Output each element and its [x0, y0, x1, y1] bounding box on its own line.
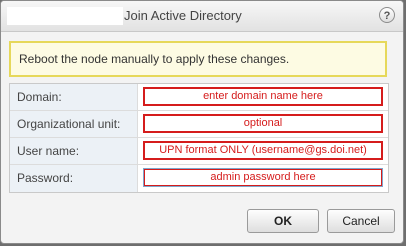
form-row-domain: Domain: enter domain name here [10, 84, 388, 111]
join-active-directory-dialog: Join Active Directory ? Reboot the node … [0, 0, 404, 244]
user-name-label: User name: [17, 144, 80, 158]
domain-label: Domain: [17, 90, 62, 104]
label-cell: Password: [10, 165, 138, 192]
form-row-user-name: User name: UPN format ONLY (username@gs.… [10, 138, 388, 165]
help-icon[interactable]: ? [379, 7, 395, 23]
dialog-titlebar: Join Active Directory ? [1, 1, 403, 32]
info-banner: Reboot the node manually to apply these … [9, 41, 387, 77]
dialog-title: Join Active Directory [124, 8, 242, 23]
label-cell: Domain: [10, 84, 138, 110]
password-label: Password: [17, 171, 74, 185]
label-cell: Organizational unit: [10, 111, 138, 137]
cancel-button[interactable]: Cancel [327, 209, 395, 233]
organizational-unit-input[interactable]: optional [143, 114, 383, 133]
banner-message: Reboot the node manually to apply these … [19, 52, 290, 66]
organizational-unit-label: Organizational unit: [17, 117, 121, 131]
password-input[interactable]: admin password here [143, 168, 383, 187]
user-name-input[interactable]: UPN format ONLY (username@gs.doi.net) [143, 141, 383, 160]
label-cell: User name: [10, 138, 138, 164]
form-row-organizational-unit: Organizational unit: optional [10, 111, 388, 138]
ok-button[interactable]: OK [247, 209, 319, 233]
form-row-password: Password: admin password here [10, 165, 388, 192]
domain-input[interactable]: enter domain name here [143, 87, 383, 106]
ad-form: Domain: enter domain name here Organizat… [9, 83, 389, 193]
redacted-title-area [7, 7, 123, 25]
